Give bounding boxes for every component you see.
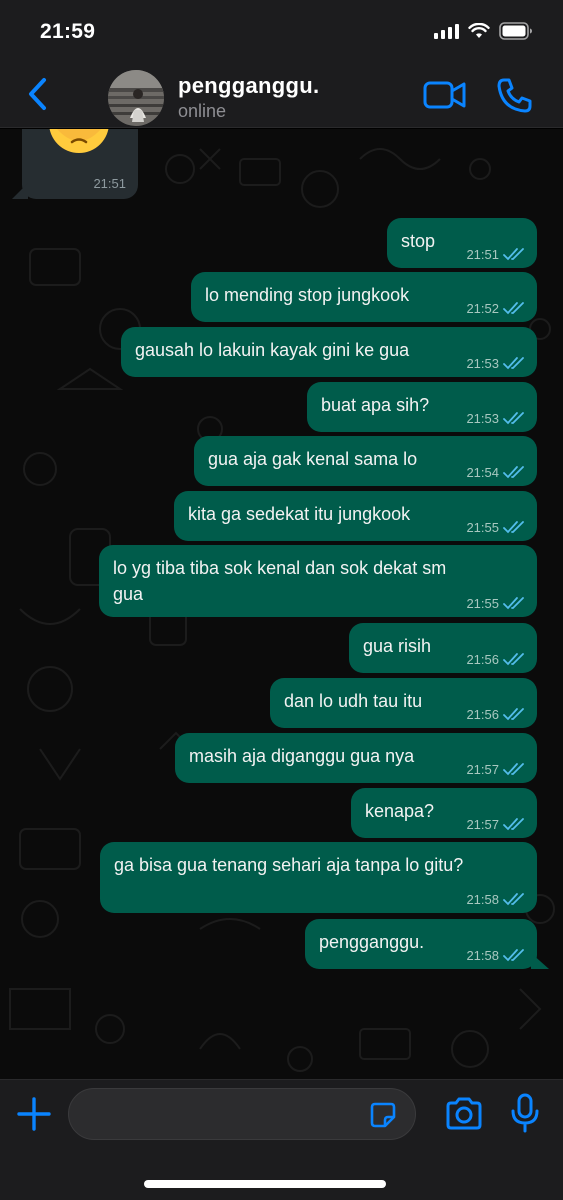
read-ticks-icon <box>503 248 524 261</box>
message-text-line-1: lo yg tiba tiba sok kenal dan sok dekat … <box>113 558 447 578</box>
message-input-bar <box>0 1079 563 1200</box>
read-ticks-icon <box>503 521 524 534</box>
outgoing-message[interactable]: dan lo udh tau itu 21:56 <box>270 678 537 728</box>
read-ticks-icon <box>503 412 524 425</box>
contact-avatar[interactable] <box>108 70 164 126</box>
message-time: 21:54 <box>466 465 499 480</box>
status-icons <box>434 22 533 40</box>
message-time: 21:53 <box>466 411 499 426</box>
message-text: gausah lo lakuin kayak gini ke gua <box>135 340 410 360</box>
voice-message-button[interactable] <box>510 1092 540 1134</box>
message-time: 21:53 <box>466 356 499 371</box>
outgoing-message[interactable]: lo yg tiba tiba sok kenal dan sok dekat … <box>99 545 537 617</box>
outgoing-message[interactable]: gausah lo lakuin kayak gini ke gua 21:53 <box>121 327 537 377</box>
battery-icon <box>499 22 532 40</box>
sticker-icon <box>370 1102 396 1128</box>
message-time: 21:51 <box>466 247 499 262</box>
voice-call-button[interactable] <box>494 76 534 116</box>
read-ticks-icon <box>503 949 524 962</box>
read-ticks-icon <box>503 653 524 666</box>
camera-button[interactable] <box>444 1096 484 1132</box>
message-input-field[interactable] <box>87 1089 367 1139</box>
message-time: 21:57 <box>466 817 499 832</box>
read-ticks-icon <box>503 357 524 370</box>
outgoing-message[interactable]: kenapa? 21:57 <box>351 788 537 838</box>
outgoing-message[interactable]: ga bisa gua tenang sehari aja tanpa lo g… <box>100 842 537 913</box>
read-ticks-icon <box>503 818 524 831</box>
chat-header: pengganggu. online <box>0 60 563 128</box>
outgoing-message[interactable]: stop 21:51 <box>387 218 537 268</box>
read-ticks-icon <box>503 302 524 315</box>
phone-icon <box>497 78 532 113</box>
outgoing-message[interactable]: lo mending stop jungkook 21:52 <box>191 272 537 322</box>
outgoing-message[interactable]: gua aja gak kenal sama lo 21:54 <box>194 436 537 486</box>
message-time: 21:57 <box>466 762 499 777</box>
microphone-icon <box>511 1093 539 1133</box>
message-time: 21:58 <box>466 948 499 963</box>
plus-icon <box>17 1097 51 1131</box>
sticker-button[interactable] <box>369 1101 397 1129</box>
outgoing-message[interactable]: gua risih 21:56 <box>349 623 537 673</box>
message-time: 21:55 <box>466 596 499 611</box>
cellular-signal-icon <box>434 23 459 39</box>
message-time: 21:56 <box>466 707 499 722</box>
status-time: 21:59 <box>40 20 96 43</box>
wifi-icon <box>468 23 490 38</box>
chat-area[interactable]: 21:51 stop 21:51 lo mending stop jungkoo… <box>0 129 563 1079</box>
message-time: 21:52 <box>466 301 499 316</box>
back-button[interactable] <box>20 74 54 114</box>
message-time: 21:51 <box>93 176 126 191</box>
home-indicator[interactable] <box>144 1180 386 1188</box>
back-chevron-icon <box>29 78 46 110</box>
read-ticks-icon <box>503 708 524 721</box>
read-ticks-icon <box>503 763 524 776</box>
contact-status: online <box>178 101 227 121</box>
read-ticks-icon <box>503 597 524 610</box>
incoming-message[interactable]: 21:51 <box>22 129 138 199</box>
video-call-icon <box>423 81 466 109</box>
outgoing-message[interactable]: kita ga sedekat itu jungkook 21:55 <box>174 491 537 541</box>
attach-button[interactable] <box>14 1094 54 1134</box>
outgoing-message[interactable]: buat apa sih? 21:53 <box>307 382 537 432</box>
camera-icon <box>446 1097 482 1130</box>
contact-name[interactable]: pengganggu. <box>178 73 319 99</box>
message-input[interactable] <box>68 1088 416 1140</box>
message-time: 21:55 <box>466 520 499 535</box>
read-ticks-icon <box>503 893 524 906</box>
message-text: ga bisa gua tenang sehari aja tanpa lo g… <box>114 855 464 875</box>
message-text-line-2: gua <box>113 584 144 604</box>
read-ticks-icon <box>503 466 524 479</box>
message-time: 21:58 <box>466 892 499 907</box>
pleading-face-emoji <box>49 129 109 153</box>
status-bar: 21:59 <box>0 0 563 60</box>
outgoing-message[interactable]: pengganggu. 21:58 <box>305 919 537 969</box>
message-time: 21:56 <box>466 652 499 667</box>
video-call-button[interactable] <box>422 78 468 112</box>
outgoing-message[interactable]: masih aja diganggu gua nya 21:57 <box>175 733 537 783</box>
